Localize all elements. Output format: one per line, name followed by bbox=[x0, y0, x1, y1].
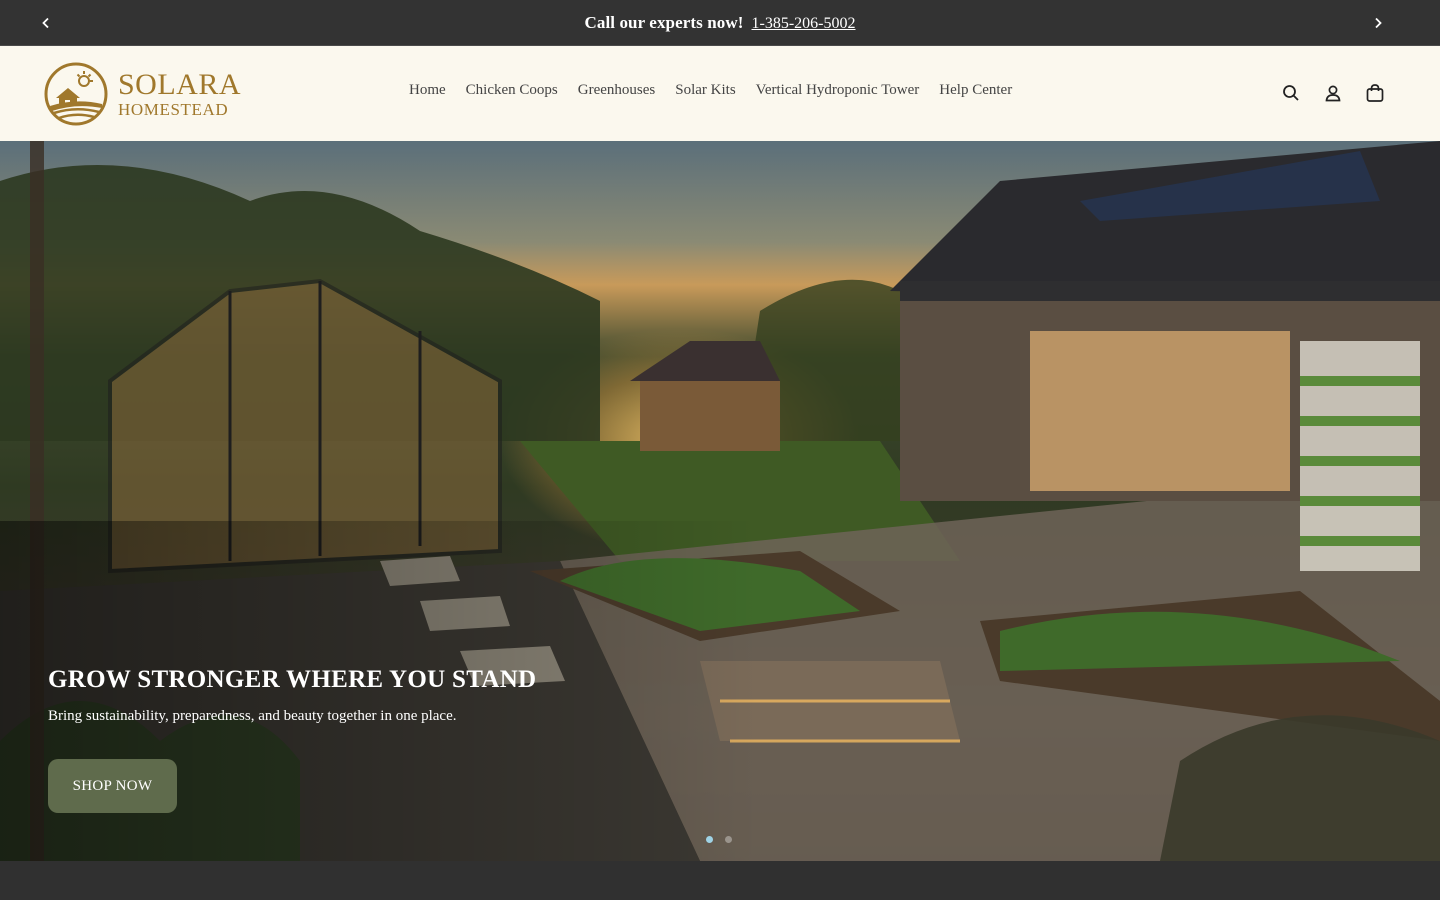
nav-item-greenhouses[interactable]: Greenhouses bbox=[568, 82, 665, 99]
brand-name-line2: HOMESTEAD bbox=[118, 100, 229, 119]
announcement-content: Call our experts now! 1-385-206-5002 bbox=[584, 13, 855, 33]
account-icon bbox=[1325, 85, 1341, 102]
site-header: SOLARA HOMESTEAD Home Chicken Coops Gree… bbox=[0, 46, 1440, 141]
logo-emblem-icon bbox=[44, 62, 108, 126]
logo-text: SOLARA HOMESTEAD bbox=[118, 68, 242, 119]
next-section-strip bbox=[0, 861, 1440, 900]
cart-icon bbox=[1366, 84, 1384, 102]
nav-item-solar-kits[interactable]: Solar Kits bbox=[665, 82, 745, 99]
announcement-bar: Call our experts now! 1-385-206-5002 bbox=[0, 0, 1440, 46]
announcement-message: Call our experts now! bbox=[584, 12, 744, 32]
nav-item-home[interactable]: Home bbox=[399, 82, 456, 99]
announcement-phone-link[interactable]: 1-385-206-5002 bbox=[752, 15, 856, 32]
account-button[interactable] bbox=[1320, 80, 1346, 106]
shop-now-button[interactable]: SHOP NOW bbox=[48, 759, 177, 813]
chevron-left-icon bbox=[42, 17, 49, 29]
chevron-right-icon bbox=[1375, 17, 1382, 29]
nav-item-help-center[interactable]: Help Center bbox=[929, 82, 1022, 99]
cart-button[interactable] bbox=[1362, 80, 1388, 106]
search-icon bbox=[1283, 85, 1299, 101]
header-icons bbox=[1278, 80, 1388, 106]
main-nav: Home Chicken Coops Greenhouses Solar Kit… bbox=[399, 82, 1022, 99]
hero-subtitle: Bring sustainability, preparedness, and … bbox=[48, 708, 457, 724]
nav-item-chicken-coops[interactable]: Chicken Coops bbox=[456, 82, 568, 99]
search-button[interactable] bbox=[1278, 80, 1304, 106]
announcement-next-button[interactable] bbox=[1368, 13, 1388, 33]
slide-dot-2[interactable] bbox=[725, 836, 732, 843]
hero-title: GROW STRONGER WHERE YOU STAND bbox=[48, 666, 537, 693]
nav-item-vertical-hydroponic-tower[interactable]: Vertical Hydroponic Tower bbox=[746, 82, 930, 99]
slide-dot-1[interactable] bbox=[706, 836, 713, 843]
brand-name-line1: SOLARA bbox=[118, 68, 242, 101]
hero-banner: GROW STRONGER WHERE YOU STAND Bring sust… bbox=[0, 141, 1440, 861]
logo-link[interactable]: SOLARA HOMESTEAD bbox=[44, 62, 244, 126]
announcement-prev-button[interactable] bbox=[36, 13, 56, 33]
slideshow-dots bbox=[706, 836, 732, 843]
